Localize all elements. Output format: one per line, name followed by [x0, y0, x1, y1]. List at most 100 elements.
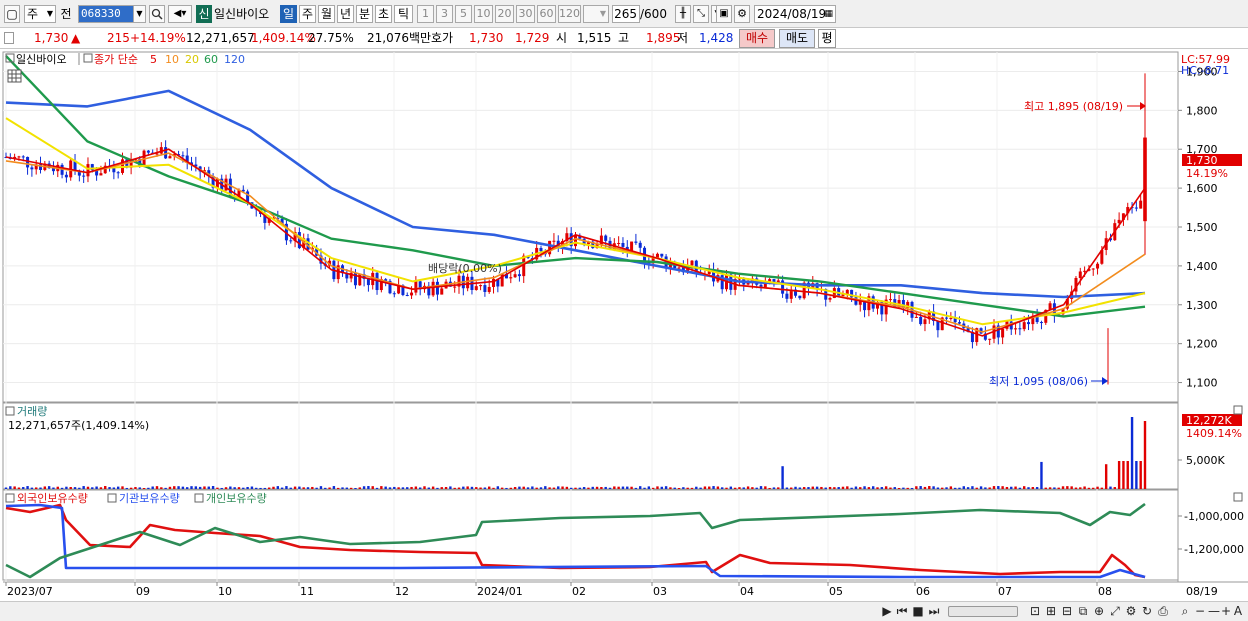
volume-bar — [4, 487, 8, 489]
market-select[interactable]: 주 ▼ — [24, 5, 56, 23]
candle-body — [26, 156, 30, 168]
volume-y-tick: 5,000K — [1186, 454, 1225, 467]
interval-20[interactable]: 20 — [495, 5, 514, 23]
interval-custom-input[interactable]: ▼ — [583, 5, 609, 23]
sell-button[interactable]: 매도 — [779, 29, 815, 48]
drawing-icon[interactable]: ⤢ — [1108, 604, 1122, 619]
volume-subtitle: 12,271,657주(1,409.14%) — [8, 419, 149, 432]
interval-30[interactable]: 30 — [516, 5, 535, 23]
holdings-y-tick-2: -1,200,000 — [1184, 543, 1244, 556]
volume-bar — [414, 486, 418, 489]
gear-icon[interactable]: ⚙ — [734, 5, 750, 23]
ma-legend-20: 20 — [185, 53, 199, 66]
search-icon[interactable]: ⌕ — [1178, 604, 1192, 619]
scroll-end-icon[interactable]: ⏭ — [927, 604, 941, 619]
period-tick[interactable]: 틱 — [394, 5, 413, 23]
volume-bar — [207, 486, 210, 489]
split-icon[interactable]: ⊟ — [1060, 604, 1074, 619]
interval-120[interactable]: 120 — [558, 5, 581, 23]
volume-bar — [630, 486, 633, 489]
interval-5[interactable]: 5 — [455, 5, 472, 23]
volume-bar — [759, 486, 763, 489]
refresh-icon[interactable]: ↻ — [1140, 604, 1154, 619]
volume-bar — [116, 486, 120, 489]
volume-bar — [43, 486, 47, 489]
stock-chart[interactable]: 1,9001,8001,7001,6001,5001,4001,3001,200… — [0, 50, 1248, 602]
chart-area[interactable]: 1,900 1,800 1,700 1,600 1,500 1,400 1,300 1,200… — [0, 50, 1248, 602]
search-icon[interactable] — [149, 5, 165, 23]
interval-10[interactable]: 10 — [474, 5, 493, 23]
period-day[interactable]: 일 — [280, 5, 297, 23]
calendar-icon[interactable]: ▦ — [824, 6, 833, 22]
hoga-label: 호가 — [431, 31, 454, 45]
tools-icon[interactable]: ⤡ — [693, 5, 709, 23]
interval-1[interactable]: 1 — [417, 5, 434, 23]
volume-bar — [280, 487, 284, 489]
chart-type-icon[interactable]: ⊡ — [1028, 604, 1042, 619]
volume-bar — [1074, 487, 1078, 489]
interval-3[interactable]: 3 — [436, 5, 453, 23]
save-icon[interactable]: ▣ — [716, 5, 732, 23]
indicator-icon[interactable]: ⊕ — [1092, 604, 1106, 619]
candle-body — [1078, 271, 1082, 278]
zoom-in-icon[interactable]: + — [1220, 604, 1232, 619]
compare-icon[interactable]: ⧉ — [1076, 604, 1090, 619]
layout-icon[interactable]: ⊞ — [1044, 604, 1058, 619]
volume-bar — [699, 487, 702, 489]
x-tick-label: 10 — [218, 585, 232, 598]
data-table-icon[interactable] — [7, 69, 22, 83]
close-icon[interactable] — [1233, 405, 1243, 415]
x-tick-label: 12 — [395, 585, 409, 598]
volume-bar — [833, 487, 836, 489]
auto-scale-icon[interactable]: A — [1232, 604, 1244, 619]
interval-60[interactable]: 60 — [537, 5, 556, 23]
volume-bar — [129, 487, 133, 489]
print-icon[interactable]: ⎙ — [1156, 604, 1170, 619]
volume-bar — [1104, 464, 1108, 489]
volume-bar — [52, 487, 55, 489]
close-icon[interactable] — [1233, 492, 1243, 502]
window-menu-icon[interactable]: ▢ — [4, 5, 20, 23]
count-input[interactable]: 265 — [612, 5, 640, 23]
volume-bar — [1022, 486, 1026, 489]
stop-icon[interactable]: ■ — [911, 604, 925, 619]
x-axis-end-label: 08/19 — [1186, 585, 1218, 598]
candle-body — [64, 174, 68, 178]
buy-button[interactable]: 매수 — [739, 29, 775, 48]
volume-bar — [962, 486, 965, 489]
date-input[interactable]: 2024/08/19 ▦ — [754, 5, 836, 23]
scroll-start-icon[interactable]: ⏮ — [895, 604, 909, 619]
x-tick-label: 2023/07 — [7, 585, 53, 598]
settings-icon[interactable]: ⚙ — [1124, 604, 1138, 619]
volume-bar — [651, 487, 655, 489]
average-button[interactable]: 평 — [818, 29, 836, 48]
scrollbar-thumb[interactable] — [948, 606, 1018, 617]
scroll-right-icon[interactable]: ▶ — [880, 604, 894, 619]
code-dropdown-icon[interactable]: ▼ — [133, 5, 146, 23]
volume-bar — [1070, 486, 1073, 489]
period-week[interactable]: 주 — [299, 5, 316, 23]
volume-bar — [755, 487, 758, 489]
candle-body — [146, 150, 150, 153]
volume-bar — [841, 486, 845, 489]
volume-bar — [690, 487, 694, 489]
period-month[interactable]: 월 — [318, 5, 335, 23]
speaker-icon[interactable]: ◀▾ — [168, 5, 192, 23]
volume-bar — [781, 466, 784, 489]
volume-bar — [928, 486, 931, 489]
volume-bar — [923, 486, 927, 489]
checkbox[interactable] — [4, 32, 14, 44]
period-minute[interactable]: 분 — [356, 5, 373, 23]
volume-bar — [807, 487, 810, 489]
volume-bar — [815, 486, 819, 489]
minimize-icon[interactable]: — — [1208, 604, 1220, 619]
candle-body — [638, 242, 642, 248]
zoom-out-icon[interactable]: − — [1194, 604, 1206, 619]
candle-body — [1091, 268, 1095, 270]
period-year[interactable]: 년 — [337, 5, 354, 23]
volume-bar — [613, 486, 616, 489]
period-second[interactable]: 초 — [375, 5, 392, 23]
volume-bar — [9, 486, 12, 489]
volume-bar — [324, 487, 327, 489]
candle-type-icon[interactable]: ╫ — [675, 5, 691, 23]
